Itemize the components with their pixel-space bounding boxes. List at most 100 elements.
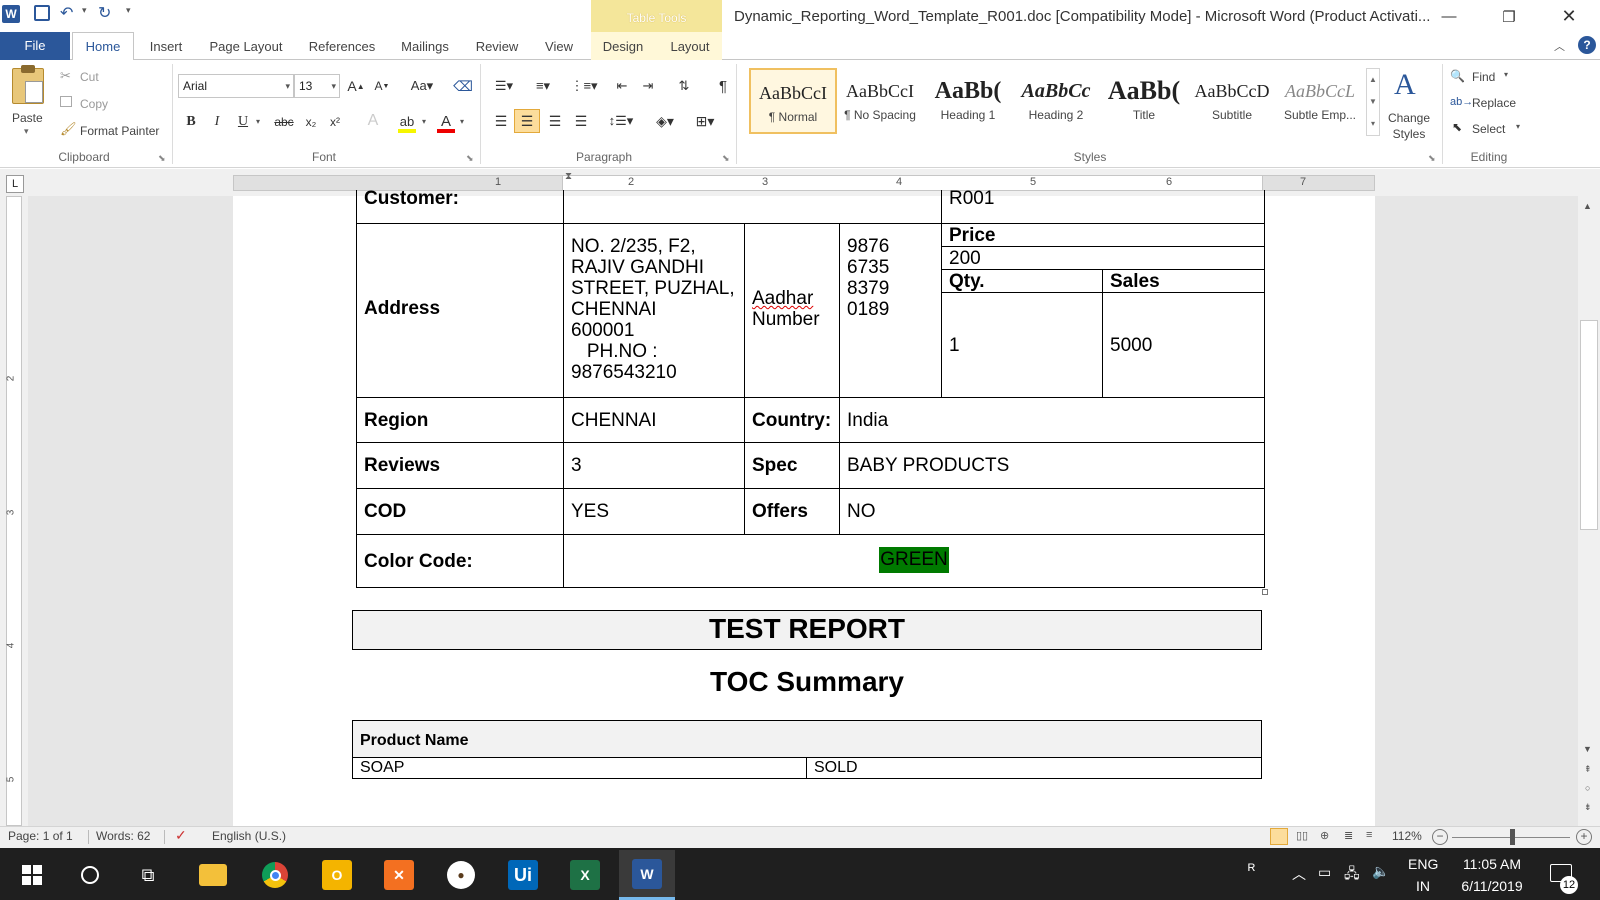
font-name-combo[interactable]: Arial ▾ bbox=[178, 74, 294, 98]
change-case-icon[interactable]: Aa▾ bbox=[408, 76, 436, 96]
color-code-label-cell[interactable]: Color Code: bbox=[356, 534, 564, 588]
cod-value-cell[interactable]: YES bbox=[563, 488, 745, 535]
show-hidden-icons[interactable]: ︿ bbox=[1292, 864, 1306, 884]
grow-font-icon[interactable]: A ▲ bbox=[346, 76, 366, 96]
tab-home[interactable]: Home bbox=[72, 32, 134, 61]
line-spacing-icon[interactable]: ↕☰▾ bbox=[606, 110, 636, 132]
price-label-cell[interactable]: Price bbox=[941, 223, 1265, 247]
report-title-cell[interactable]: TEST REPORT bbox=[352, 610, 1262, 650]
select-button[interactable]: Select bbox=[1472, 122, 1505, 136]
region-value-cell[interactable]: CHENNAI bbox=[563, 397, 745, 443]
cut-icon[interactable]: ✂ bbox=[60, 68, 71, 84]
help-icon[interactable]: ? bbox=[1578, 36, 1596, 54]
next-page-icon[interactable]: ⇟ bbox=[1584, 802, 1592, 813]
customize-qat-icon[interactable]: ▾ bbox=[126, 5, 131, 16]
full-screen-reading-icon[interactable]: ▯▯ bbox=[1296, 829, 1308, 842]
find-button[interactable]: Find bbox=[1472, 70, 1495, 84]
style-normal[interactable]: AaBbCcI ¶ Normal bbox=[749, 68, 837, 134]
taskbar-xampp[interactable]: ✕ bbox=[371, 850, 427, 900]
text-effects-icon[interactable]: A bbox=[362, 110, 384, 132]
font-color-dropdown-icon[interactable]: ▾ bbox=[460, 117, 464, 126]
tab-layout[interactable]: Layout bbox=[662, 32, 718, 60]
outline-icon[interactable]: ≣ bbox=[1344, 829, 1353, 842]
show-hide-icon[interactable]: ¶ bbox=[714, 76, 732, 96]
cortana-button[interactable] bbox=[62, 850, 118, 900]
strikethrough-icon[interactable]: abc bbox=[272, 112, 296, 132]
select-browse-object-icon[interactable]: ○ bbox=[1585, 783, 1590, 793]
underline-dropdown-icon[interactable]: ▾ bbox=[256, 117, 260, 126]
collapse-ribbon-icon[interactable]: ︿ bbox=[1554, 38, 1565, 54]
select-icon[interactable]: ⬉ bbox=[1452, 120, 1462, 134]
sales-label-cell[interactable]: Sales bbox=[1102, 269, 1265, 293]
previous-page-icon[interactable]: ⇞ bbox=[1584, 764, 1592, 775]
sort-icon[interactable]: ⇅ bbox=[674, 76, 694, 96]
volume-icon[interactable]: 🔈 bbox=[1372, 863, 1389, 880]
offers-value-cell[interactable]: NO bbox=[839, 488, 1265, 535]
word-logo-icon[interactable]: W bbox=[2, 5, 20, 23]
underline-icon[interactable]: U bbox=[234, 112, 252, 132]
web-layout-icon[interactable]: ⊕ bbox=[1320, 829, 1329, 842]
paste-dropdown-icon[interactable]: ▾ bbox=[24, 126, 29, 137]
paste-icon[interactable] bbox=[12, 65, 44, 104]
style-no-spacing[interactable]: AaBbCcI ¶ No Spacing bbox=[836, 68, 924, 134]
styles-launcher-icon[interactable]: ⬊ bbox=[1428, 153, 1436, 164]
price-value-cell[interactable]: 200 bbox=[941, 246, 1265, 270]
close-icon[interactable]: ✕ bbox=[1554, 6, 1584, 27]
offers-label-cell[interactable]: Offers bbox=[744, 488, 840, 535]
style-subtle-emphasis[interactable]: AaBbCcL Subtle Emp... bbox=[1276, 68, 1364, 134]
format-painter-icon[interactable]: 🖌 bbox=[60, 121, 77, 137]
chevron-down-icon[interactable]: ▾ bbox=[331, 75, 336, 97]
address-label-cell[interactable]: Address bbox=[356, 223, 564, 398]
format-painter-button[interactable]: Format Painter bbox=[80, 124, 159, 138]
tab-design[interactable]: Design bbox=[594, 32, 652, 60]
tab-insert[interactable]: Insert bbox=[140, 32, 192, 60]
align-left-icon[interactable]: ☰ bbox=[490, 110, 512, 132]
color-code-value-cell[interactable]: GREEN bbox=[563, 534, 1265, 588]
battery-icon[interactable]: ▭ bbox=[1318, 864, 1331, 881]
aadhar-value-cell[interactable]: 9876 6735 8379 0189 bbox=[839, 223, 942, 398]
country-label-cell[interactable]: Country: bbox=[744, 397, 840, 443]
minimize-icon[interactable]: — bbox=[1434, 8, 1464, 25]
paste-label[interactable]: Paste bbox=[12, 111, 43, 125]
customer-value-cell[interactable]: R001 bbox=[941, 190, 1265, 224]
indent-marker-icon[interactable]: ⧗ bbox=[565, 171, 572, 182]
region-label-cell[interactable]: Region bbox=[356, 397, 564, 443]
network-icon[interactable]: 🖧 bbox=[1344, 863, 1360, 887]
clock-time[interactable]: 11:05 AM bbox=[1452, 856, 1532, 872]
address-value-cell[interactable]: NO. 2/235, F2, RAJIV GANDHI STREET, PUZHAL… bbox=[563, 223, 745, 398]
word-count[interactable]: Words: 62 bbox=[96, 829, 150, 843]
input-language-1[interactable]: ENG bbox=[1408, 856, 1438, 872]
status-cell[interactable]: SOLD bbox=[806, 757, 1262, 779]
style-subtitle[interactable]: AaBbCcD Subtitle bbox=[1188, 68, 1276, 134]
decrease-indent-icon[interactable]: ⇤ bbox=[612, 76, 632, 96]
bold-icon[interactable]: B bbox=[182, 112, 200, 132]
find-dropdown-icon[interactable]: ▾ bbox=[1504, 70, 1508, 79]
spec-value-cell[interactable]: BABY PRODUCTS bbox=[839, 442, 1265, 489]
language[interactable]: English (U.S.) bbox=[212, 829, 286, 843]
undo-icon[interactable]: ↶ bbox=[60, 3, 73, 23]
taskbar-app[interactable]: ● bbox=[433, 850, 489, 900]
style-heading-1[interactable]: AaBb( Heading 1 bbox=[924, 68, 1012, 134]
task-view-button[interactable]: ⧉ bbox=[120, 850, 176, 900]
copy-button[interactable]: Copy bbox=[80, 97, 108, 111]
redo-icon[interactable]: ↻ bbox=[98, 3, 111, 23]
cod-label-cell[interactable]: COD bbox=[356, 488, 564, 535]
tab-view[interactable]: View bbox=[536, 32, 582, 60]
font-size-combo[interactable]: 13 ▾ bbox=[294, 74, 340, 98]
cut-button[interactable]: Cut bbox=[80, 70, 99, 84]
zoom-slider-thumb[interactable] bbox=[1510, 829, 1515, 845]
scrollbar-thumb[interactable] bbox=[1580, 320, 1598, 530]
tab-mailings[interactable]: Mailings bbox=[392, 32, 458, 60]
tab-file[interactable]: File bbox=[0, 32, 70, 60]
proofing-icon[interactable]: ✓ bbox=[175, 827, 187, 844]
zoom-in-icon[interactable]: + bbox=[1576, 829, 1592, 845]
paragraph-launcher-icon[interactable]: ⬊ bbox=[722, 153, 730, 164]
scroll-up-icon[interactable]: ▲ bbox=[1583, 201, 1592, 211]
replace-icon[interactable]: ab→ bbox=[1450, 96, 1473, 108]
reviews-value-cell[interactable]: 3 bbox=[563, 442, 745, 489]
tab-page-layout[interactable]: Page Layout bbox=[200, 32, 292, 60]
subscript-icon[interactable]: x₂ bbox=[302, 112, 320, 132]
taskbar-uipath[interactable]: Ui bbox=[495, 850, 551, 900]
people-icon[interactable]: ᴿ bbox=[1248, 862, 1255, 880]
shading-icon[interactable]: ◈▾ bbox=[650, 110, 680, 132]
